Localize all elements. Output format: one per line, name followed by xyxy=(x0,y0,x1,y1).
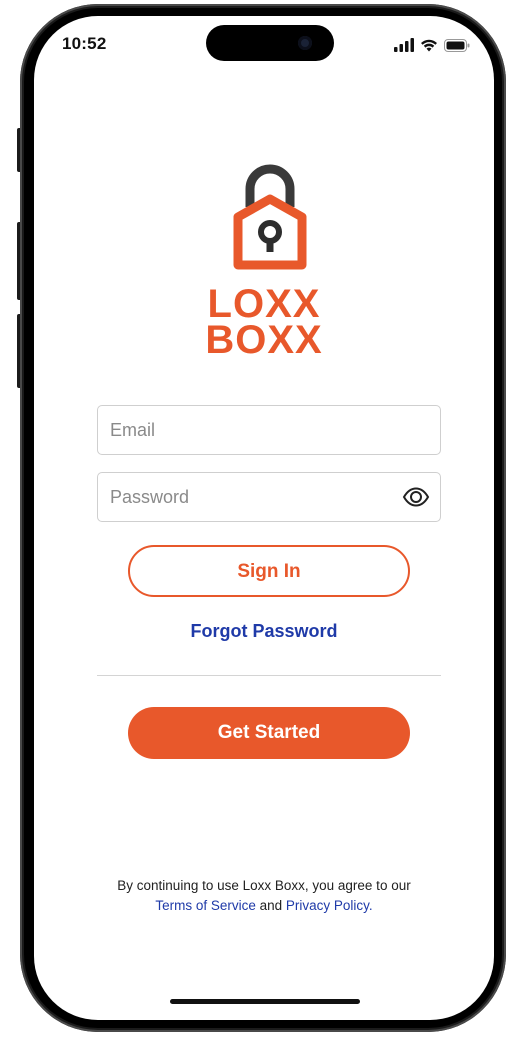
status-time: 10:52 xyxy=(62,34,107,53)
signal-icon xyxy=(394,38,414,52)
app-screen: 10:52 LOXX BOXX Email Sign In Forgot Pas… xyxy=(34,16,494,1020)
home-indicator[interactable] xyxy=(170,999,360,1004)
battery-icon xyxy=(444,38,470,52)
wifi-icon xyxy=(421,39,437,52)
email-input[interactable] xyxy=(110,406,380,454)
password-input[interactable] xyxy=(110,473,380,521)
email-field[interactable] xyxy=(97,405,441,455)
brand-line-1: LOXX xyxy=(207,282,321,326)
password-field[interactable] xyxy=(97,472,441,522)
divider xyxy=(97,675,441,676)
camera-icon xyxy=(298,36,312,50)
legal-links-line: Terms of Service and Privacy Policy. xyxy=(34,896,494,916)
device-mockup: 10:52 LOXX BOXX Email Sign In Forgot Pas… xyxy=(0,0,508,1038)
dynamic-island xyxy=(206,25,334,61)
eye-icon[interactable] xyxy=(402,485,430,509)
padlock-house-icon xyxy=(233,164,307,270)
get-started-button[interactable]: Get Started xyxy=(128,707,410,759)
sign-in-button[interactable]: Sign In xyxy=(128,545,410,597)
legal-and-text: and xyxy=(255,898,286,913)
privacy-policy-link[interactable]: Privacy Policy. xyxy=(286,898,373,913)
forgot-password-link[interactable]: Forgot Password xyxy=(34,621,494,642)
status-icons xyxy=(394,38,470,52)
brand-line-2: BOXX xyxy=(205,318,323,362)
brand-wordmark: LOXX BOXX xyxy=(34,282,494,362)
legal-notice: By continuing to use Loxx Boxx, you agre… xyxy=(34,876,494,916)
terms-of-service-link[interactable]: Terms of Service xyxy=(155,898,256,913)
legal-prefix: By continuing to use Loxx Boxx, you agre… xyxy=(117,878,411,893)
